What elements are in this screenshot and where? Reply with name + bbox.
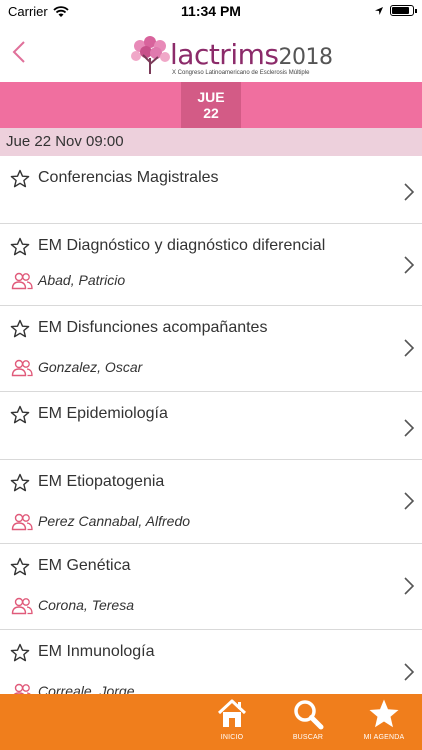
speakers-icon	[11, 359, 33, 377]
status-time: 11:34 PM	[181, 3, 241, 19]
battery-fill	[392, 7, 409, 14]
session-speaker: Abad, Patricio	[38, 272, 126, 288]
logo-year: 2018	[278, 45, 333, 70]
speakers-icon	[13, 683, 31, 694]
tree-logo-icon	[131, 36, 170, 74]
session-row[interactable]: EM Disfunciones acompañantes Gonzalez, O…	[0, 306, 422, 392]
tab-inicio-label: INICIO	[220, 734, 244, 741]
tab-mi-agenda[interactable]: MI AGENDA	[354, 698, 414, 741]
tab-buscar[interactable]: BUSCAR	[278, 698, 338, 741]
session-speaker: Corona, Teresa	[38, 597, 134, 613]
session-title: EM Diagnóstico y diagnóstico diferencial	[38, 237, 326, 254]
chevron-right-icon	[404, 577, 415, 595]
session-speaker: Gonzalez, Oscar	[38, 359, 143, 375]
chevron-right-icon	[404, 663, 415, 681]
back-button[interactable]	[8, 36, 32, 68]
star-outline-icon[interactable]	[10, 237, 30, 257]
session-row[interactable]: EM Etiopatogenia Perez Cannabal, Alfredo	[0, 460, 422, 544]
speakers-icon	[11, 513, 33, 531]
status-right	[374, 5, 417, 16]
session-title: EM Etiopatogenia	[38, 473, 165, 490]
star-outline-icon[interactable]	[10, 643, 30, 663]
chevron-right-icon	[404, 339, 415, 357]
speakers-icon	[11, 597, 33, 615]
star-outline-icon[interactable]	[10, 557, 30, 577]
session-title: EM Inmunología	[38, 643, 155, 660]
session-list[interactable]: Conferencias Magistrales EM Diagnóstico …	[0, 156, 422, 694]
session-speaker: Correale, Jorge	[38, 683, 135, 694]
day-tab-selected[interactable]: JUE 22	[181, 82, 241, 128]
star-outline-icon[interactable]	[10, 473, 30, 493]
location-icon	[375, 6, 383, 15]
logo-wordmark: lactrims2018	[170, 38, 333, 71]
chevron-right-icon	[404, 419, 415, 437]
chevron-right-icon	[404, 256, 415, 274]
star-outline-icon[interactable]	[10, 169, 30, 189]
day-selector-bar: JUE 22	[0, 82, 422, 128]
star-outline-icon[interactable]	[10, 405, 30, 425]
session-row[interactable]: Conferencias Magistrales	[0, 156, 422, 224]
star-outline-icon[interactable]	[10, 319, 30, 339]
congress-logo: lactrims2018 X Congreso Latinoamericano …	[128, 36, 333, 76]
home-icon	[217, 699, 247, 727]
logo-subtitle: X Congreso Latinoamericano de Esclerosis…	[172, 70, 310, 76]
tab-mi-agenda-label: MI AGENDA	[363, 734, 405, 741]
session-row[interactable]: EM Diagnóstico y diagnóstico diferencial…	[0, 224, 422, 306]
logo-name: lactrims	[170, 38, 279, 71]
speakers-icon	[11, 272, 33, 290]
tab-inicio[interactable]: INICIO	[202, 698, 262, 741]
chevron-right-icon	[404, 492, 415, 510]
chevron-right-icon	[404, 183, 415, 201]
tab-buscar-label: BUSCAR	[292, 734, 324, 741]
status-bar: Carrier 11:34 PM	[0, 0, 422, 22]
session-title: EM Disfunciones acompañantes	[38, 319, 268, 336]
session-row[interactable]: EM Epidemiología	[0, 392, 422, 460]
session-row[interactable]: EM Inmunología Correale, Jorge	[0, 630, 422, 694]
session-row[interactable]: EM Genética Corona, Teresa	[0, 544, 422, 630]
day-number: 22	[203, 105, 219, 121]
star-filled-icon	[369, 699, 399, 728]
search-icon	[294, 700, 324, 730]
day-name: JUE	[197, 89, 225, 105]
date-section-header: Jue 22 Nov 09:00	[0, 128, 422, 156]
session-title: Conferencias Magistrales	[38, 169, 219, 186]
session-title: EM Epidemiología	[38, 405, 168, 422]
app-header: lactrims2018 X Congreso Latinoamericano …	[0, 22, 422, 82]
bottom-tab-bar: INICIO BUSCAR MI AGENDA	[0, 694, 422, 750]
session-title: EM Genética	[38, 557, 131, 574]
session-speaker: Perez Cannabal, Alfredo	[38, 513, 191, 529]
battery-icon	[390, 5, 417, 16]
